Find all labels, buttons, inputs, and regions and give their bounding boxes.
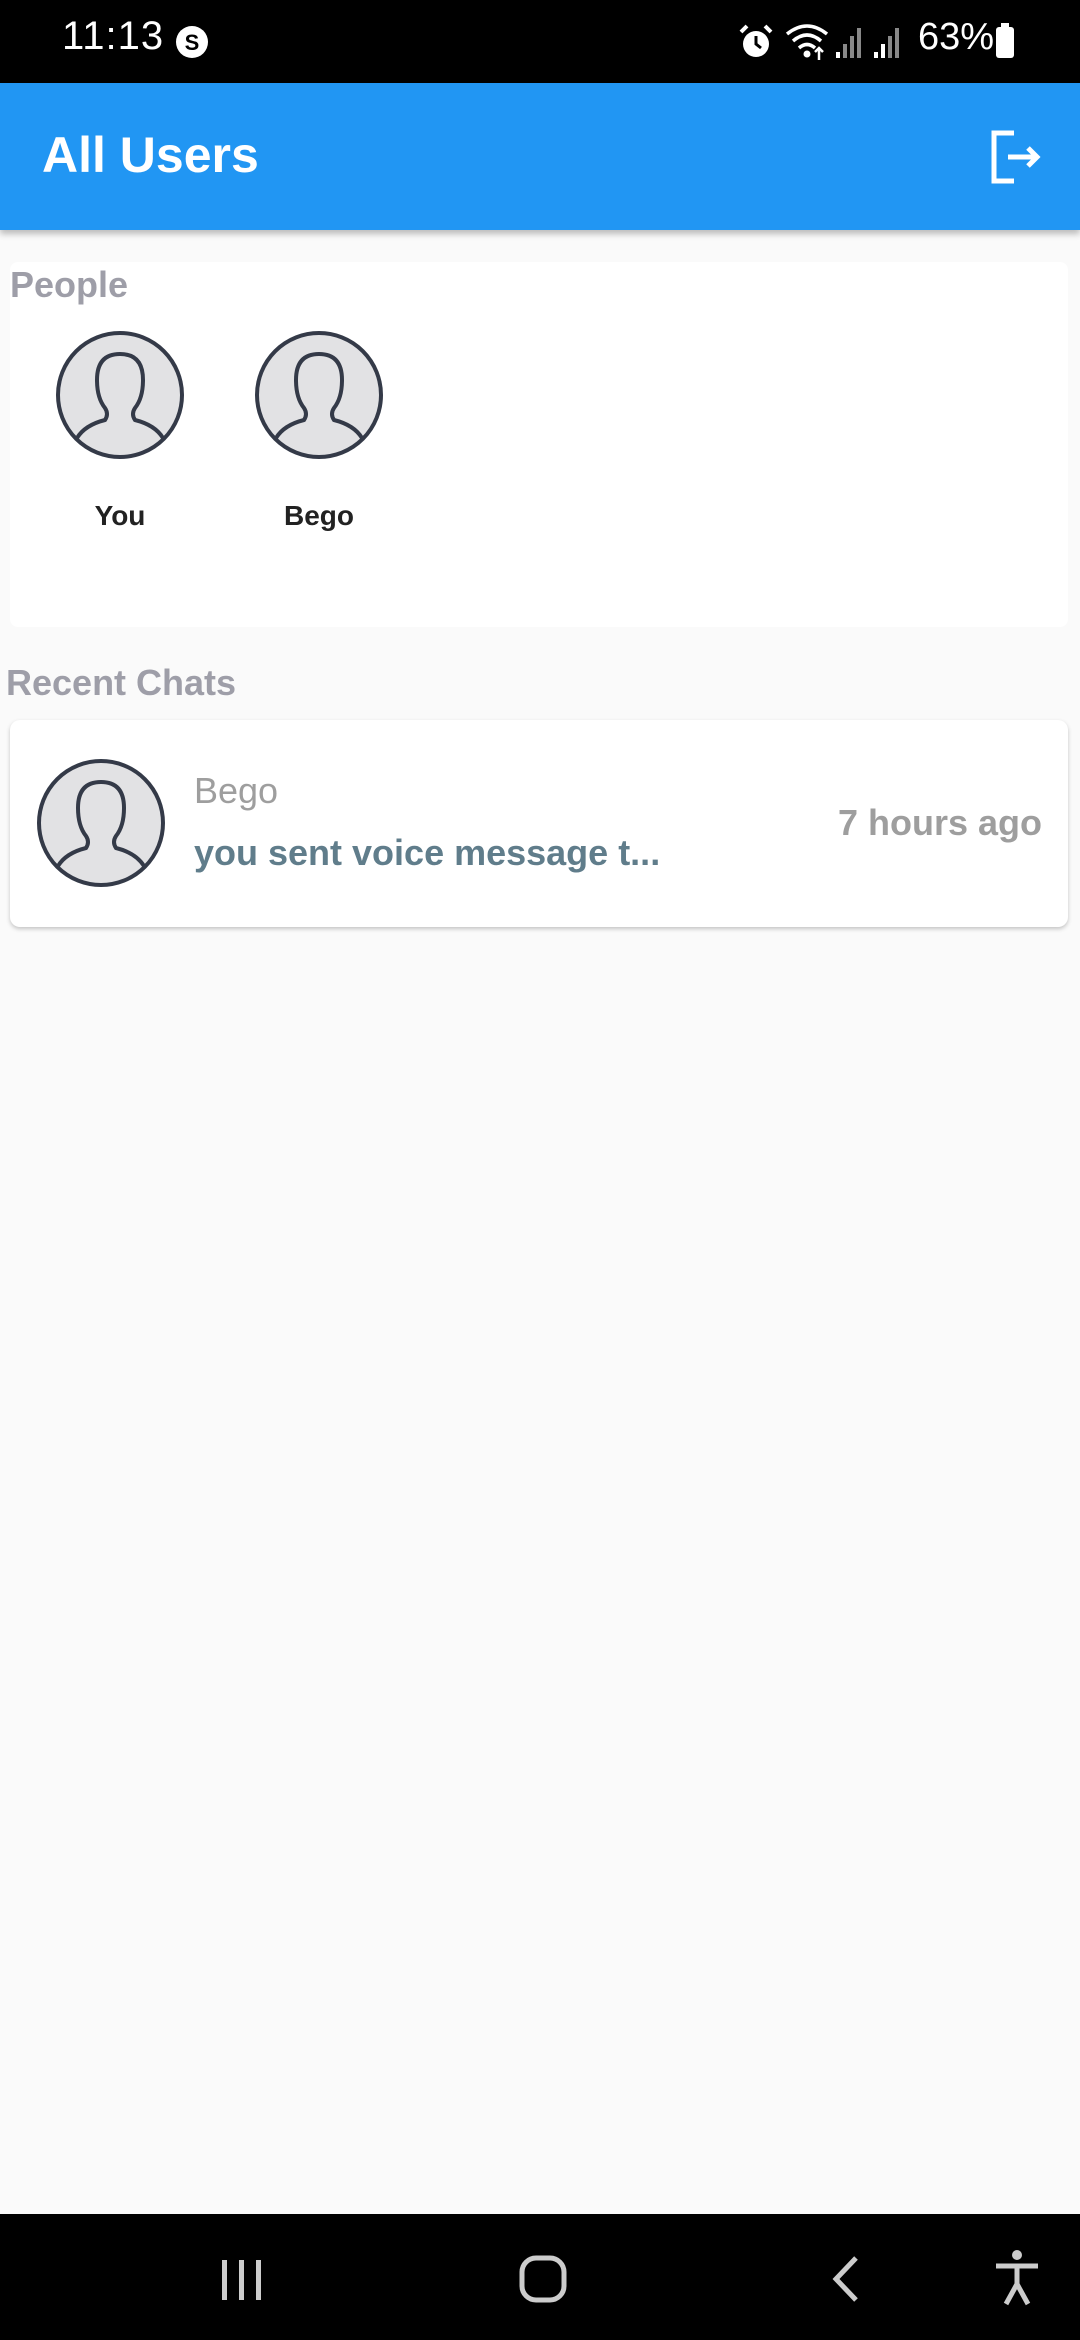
person-name: Bego: [284, 500, 354, 531]
person-you[interactable]: You: [50, 330, 190, 532]
app-bar: All Users: [0, 83, 1080, 230]
status-time: 11:13: [62, 14, 165, 58]
person-avatar-icon: [56, 331, 184, 459]
wifi-icon: [785, 24, 829, 60]
back-icon[interactable]: [828, 2254, 864, 2304]
signal-icon: [874, 28, 899, 58]
svg-text:S: S: [185, 30, 200, 55]
recents-icon[interactable]: [218, 2258, 266, 2302]
people-heading: People: [10, 264, 129, 305]
accessibility-icon[interactable]: [992, 2248, 1042, 2308]
status-bar: 11:13 S 63%: [0, 0, 1080, 83]
chat-timestamp: 7 hours ago: [837, 802, 1042, 843]
person-avatar-icon: [255, 331, 383, 459]
person-name: You: [94, 500, 146, 531]
person-bego[interactable]: Bego: [249, 330, 389, 532]
s-icon: S: [176, 26, 208, 58]
logout-icon[interactable]: [988, 129, 1044, 185]
signal-icon: [836, 28, 861, 58]
chat-contact-name: Bego: [194, 770, 279, 811]
chat-list-item[interactable]: Bego you sent voice message t... 7 hours…: [10, 720, 1068, 927]
alarm-icon: [739, 24, 773, 57]
person-avatar-icon: [37, 759, 165, 887]
recent-chats-heading: Recent Chats: [6, 662, 237, 703]
people-section: People You Bego: [10, 262, 1068, 627]
battery-percentage: 63%: [918, 16, 995, 58]
page-title: All Users: [42, 127, 259, 183]
system-nav-bar: [0, 2214, 1080, 2340]
home-icon[interactable]: [518, 2254, 568, 2304]
battery-icon: [996, 23, 1014, 58]
chat-message-preview: you sent voice message t...: [194, 832, 661, 873]
